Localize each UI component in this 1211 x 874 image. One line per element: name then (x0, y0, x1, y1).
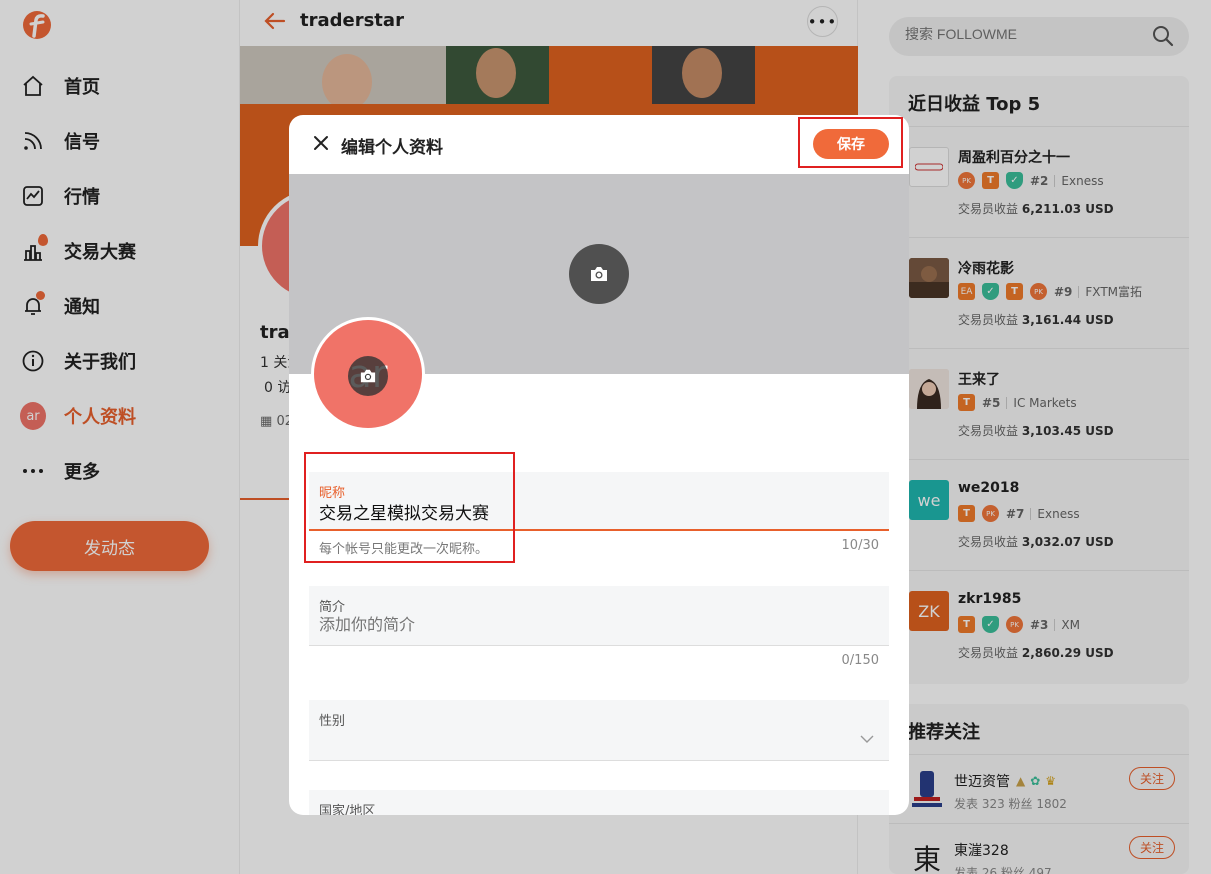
nickname-help: 每个帐号只能更改一次昵称。 (319, 542, 489, 557)
chevron-down-icon (860, 735, 874, 743)
edit-profile-modal: 编辑个人资料 保存 ar 昵称 每个帐号只能更改一次昵称。 10/30 简介 0… (289, 115, 909, 815)
country-select[interactable]: 国家/地区 (309, 790, 889, 815)
country-label: 国家/地区 (319, 804, 376, 815)
bio-underline (309, 645, 889, 646)
bio-label: 简介 (319, 600, 346, 615)
bio-input[interactable] (319, 615, 859, 634)
modal-header: 编辑个人资料 保存 (289, 115, 909, 173)
cover-camera-icon[interactable] (569, 244, 629, 304)
gender-underline (309, 760, 889, 761)
close-icon[interactable] (311, 133, 331, 153)
gender-select[interactable]: 性别 (309, 700, 889, 761)
nickname-underline (309, 529, 889, 531)
avatar-upload[interactable]: ar (311, 317, 425, 431)
nickname-counter: 10/30 (841, 538, 879, 553)
bio-field[interactable]: 简介 (309, 586, 889, 646)
bio-counter: 0/150 (841, 653, 879, 668)
nickname-input[interactable] (319, 501, 859, 521)
avatar-camera-icon[interactable] (348, 356, 388, 396)
gender-label: 性别 (319, 714, 346, 729)
save-button[interactable]: 保存 (813, 129, 889, 159)
nickname-label: 昵称 (319, 486, 346, 501)
modal-title: 编辑个人资料 (341, 138, 443, 158)
nickname-field[interactable]: 昵称 (309, 472, 889, 531)
